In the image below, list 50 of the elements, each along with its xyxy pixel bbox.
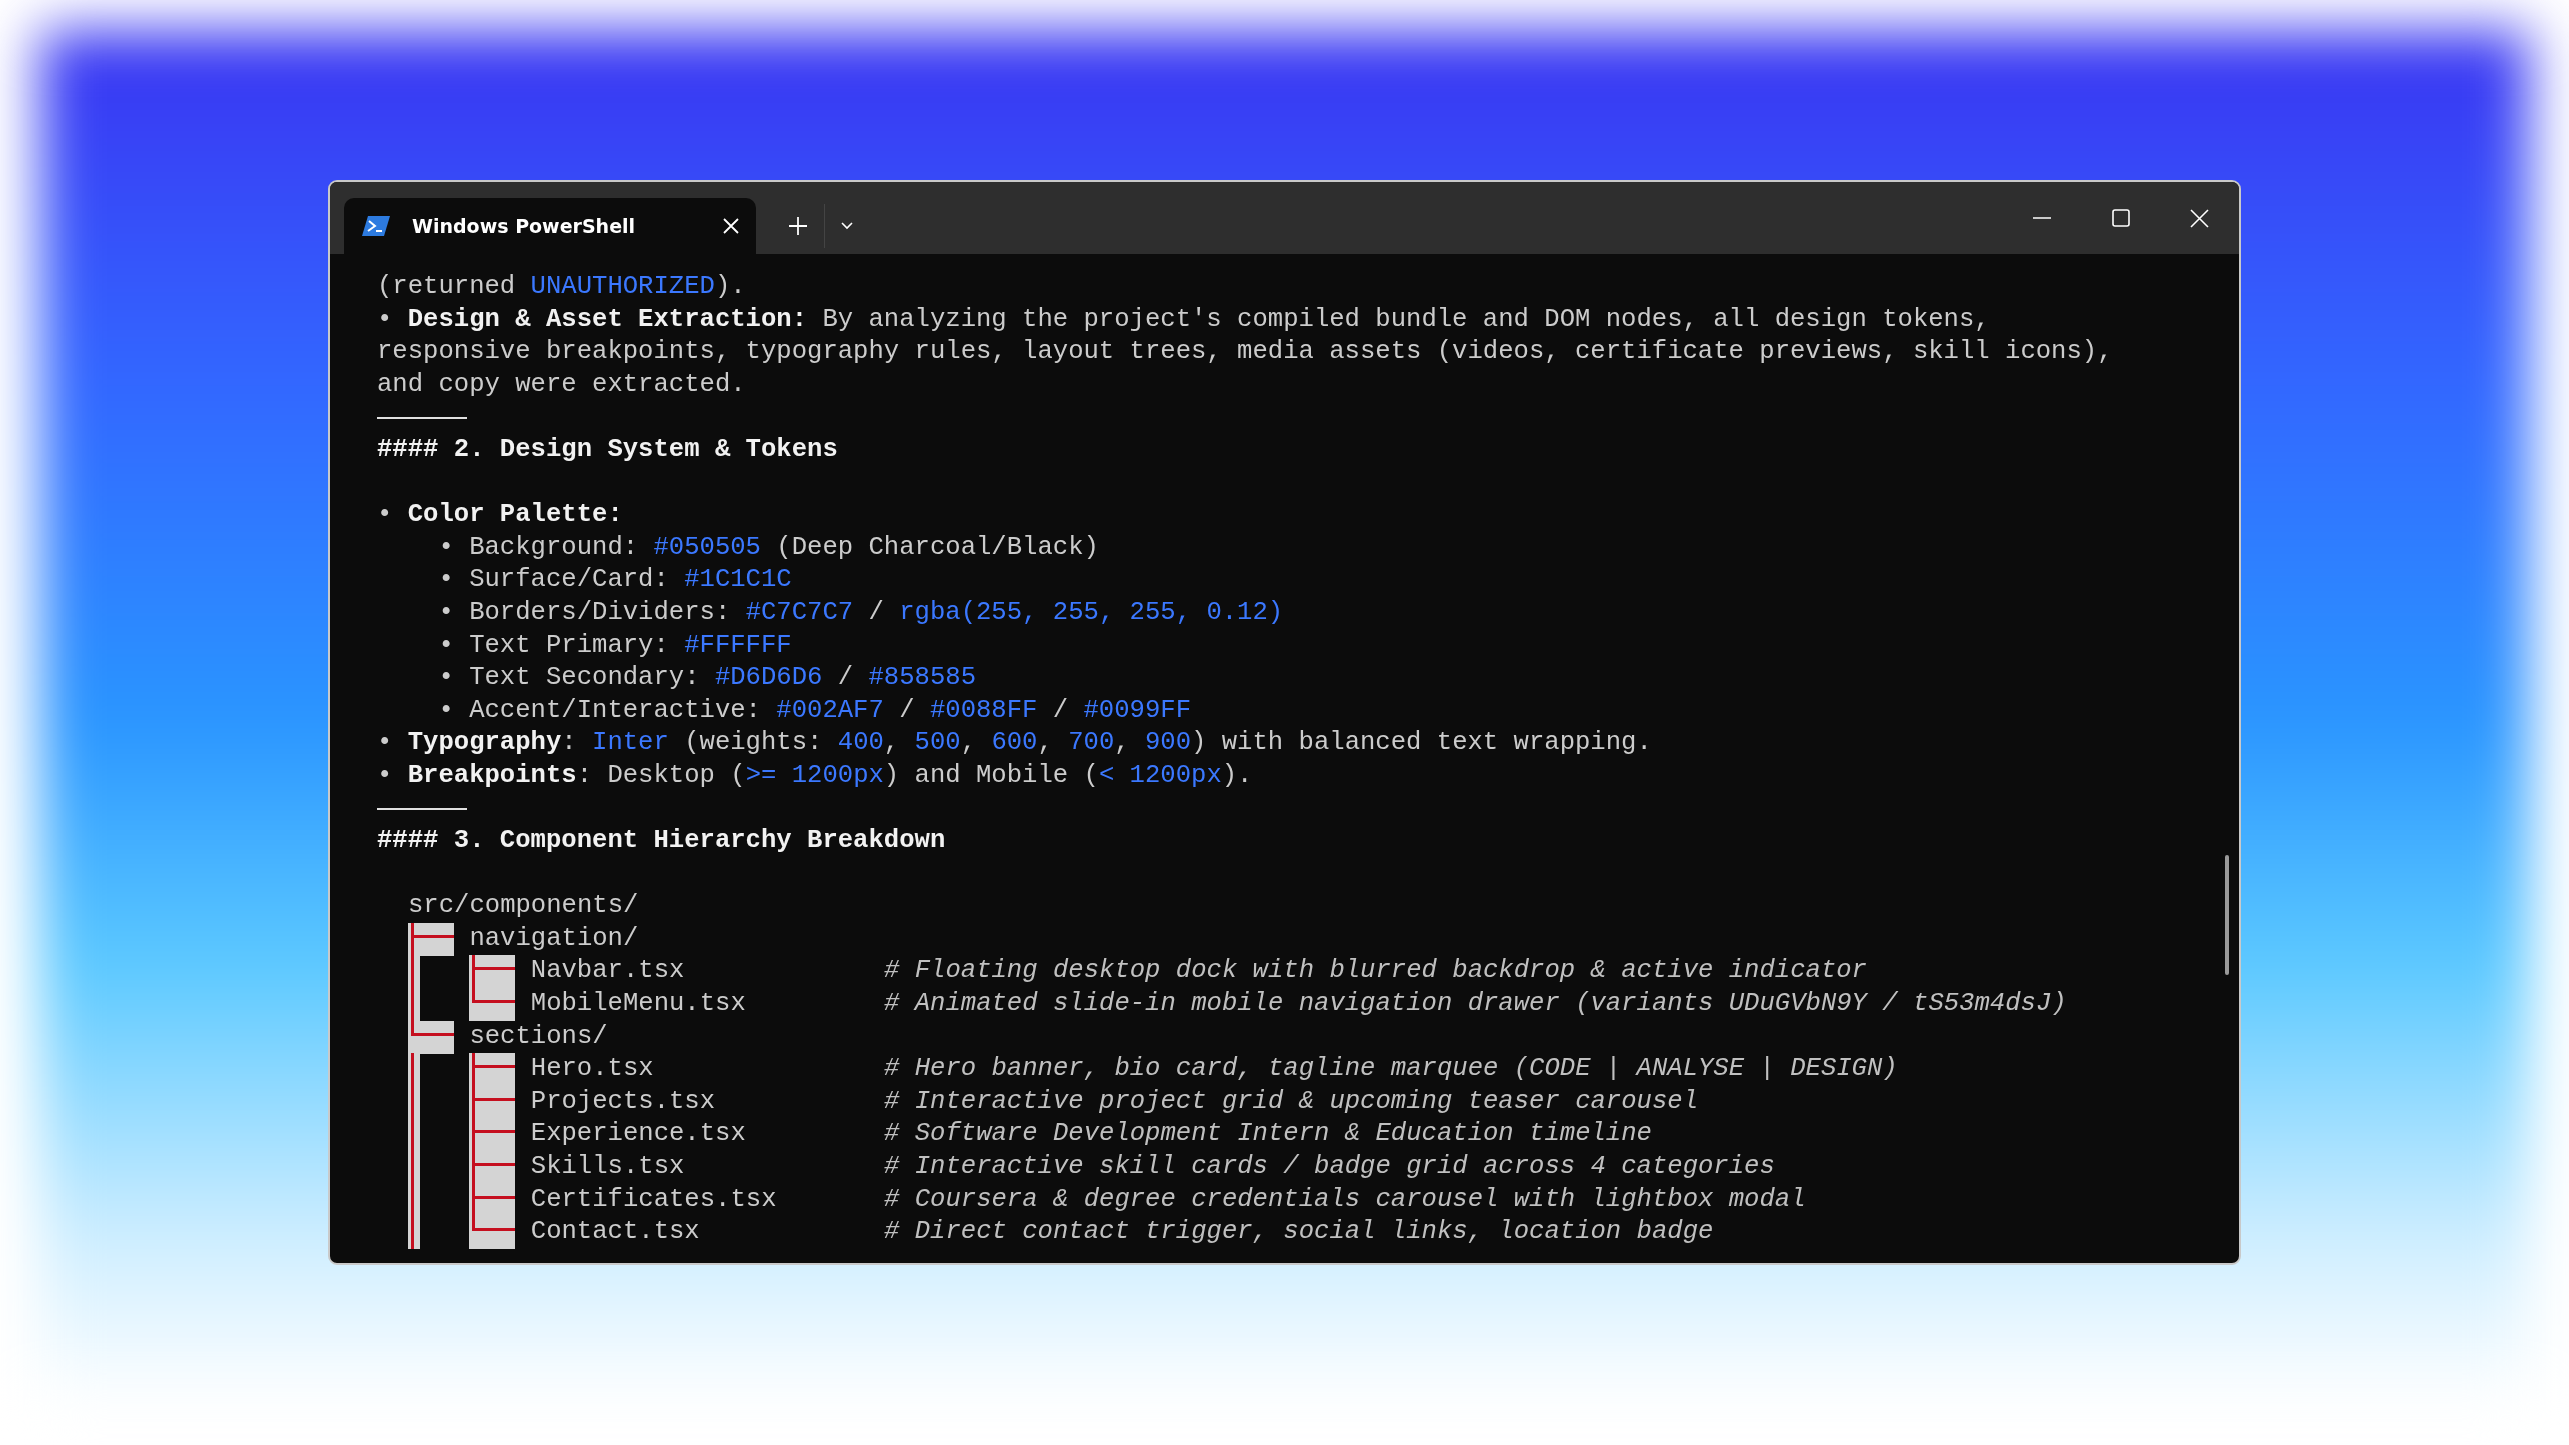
terminal-line: • Color Palette: [377,499,624,532]
code-comment: # Animated slide-in mobile navigation drawer (variants UDuGVbN9Y / tS53m4dsJ) [884,988,2067,1021]
plus-icon [788,216,808,236]
code-comment: # Direct contact trigger, social links, location badge [884,1216,1714,1249]
minimize-icon [2032,217,2051,219]
terminal-line: #### 3. Component Hierarchy Breakdown [377,825,947,858]
tree-connector [469,988,516,1022]
close-icon [722,217,740,235]
chevron-down-icon [840,222,853,230]
close-icon [2190,208,2209,228]
terminal-line: #### 2. Design System & Tokens [377,433,839,466]
folder-name: sections/ [469,1020,608,1053]
file-name: Hero.tsx [530,1053,654,1086]
terminal-line: • Surface/Card: #1C1C1C [437,564,793,597]
scrollbar-thumb[interactable] [2225,855,2229,975]
terminal-line: • Text Secondary: #D6D6D6 / #858585 [437,662,977,695]
terminal-line: (returned UNAUTHORIZED). [377,271,747,303]
terminal-tab[interactable]: Windows PowerShell [344,198,756,254]
folder-name: src/components/ [408,890,639,923]
terminal-icon [362,214,390,238]
file-name: MobileMenu.tsx [530,988,746,1021]
folder-name: navigation/ [469,922,639,955]
terminal-line: responsive breakpoints, typography rules, layout trees, media assets (videos, certificate previews, skill icons), [377,336,2114,369]
code-comment: # Floating desktop dock with blurred backdrop & active indicator [884,955,1867,988]
terminal-line: • Text Primary: #FFFFFF [437,629,793,662]
terminal-line: • Breakpoints: Desktop (>= 1200px) and Mobile (< 1200px). [377,759,1254,792]
code-comment: # Software Development Intern & Education timeline [884,1118,1652,1151]
maximize-icon [2111,209,2130,227]
code-comment: # Hero banner, bio card, tagline marquee (CODE | ANALYSE | DESIGN) [884,1053,1898,1086]
close-tab-button[interactable] [722,217,740,235]
code-comment: # Coursera & degree credentials carousel with lightbox modal [884,1183,1806,1216]
tree-connector [408,1020,454,1054]
code-comment: # Interactive skill cards / badge grid across 4 categories [884,1151,1775,1184]
file-name: Contact.tsx [530,1216,700,1249]
file-name: Skills.tsx [530,1151,685,1184]
terminal-line: • Accent/Interactive: #002AF7 / #0088FF / #0099FF [437,694,1193,727]
file-name: Certificates.tsx [530,1183,777,1216]
tree-connector [469,955,516,989]
terminal-line: • Borders/Dividers: #C7C7C7 / rgba(255, 255, 255, 0.12) [437,596,1285,629]
terminal-line: • Typography: Inter (weights: 400, 500, 600, 700, 900) with balanced text wrapping. [377,727,1653,760]
file-name: Projects.tsx [530,1085,716,1118]
terminal-line: • Background: #050505 (Deep Charcoal/Black) [437,531,1100,564]
tree-connector [469,1053,516,1087]
tree-connector [469,1216,516,1250]
terminal-line: • Design & Asset Extraction: By analyzing the project's compiled bundle and DOM nodes, all design tokens, [377,303,1991,336]
file-name: Experience.tsx [530,1118,746,1151]
code-comment: # Interactive project grid & upcoming teaser carousel [884,1085,1698,1118]
tree-connector [408,922,454,956]
terminal-line: and copy were extracted. [377,368,747,401]
file-name: Navbar.tsx [530,955,685,988]
